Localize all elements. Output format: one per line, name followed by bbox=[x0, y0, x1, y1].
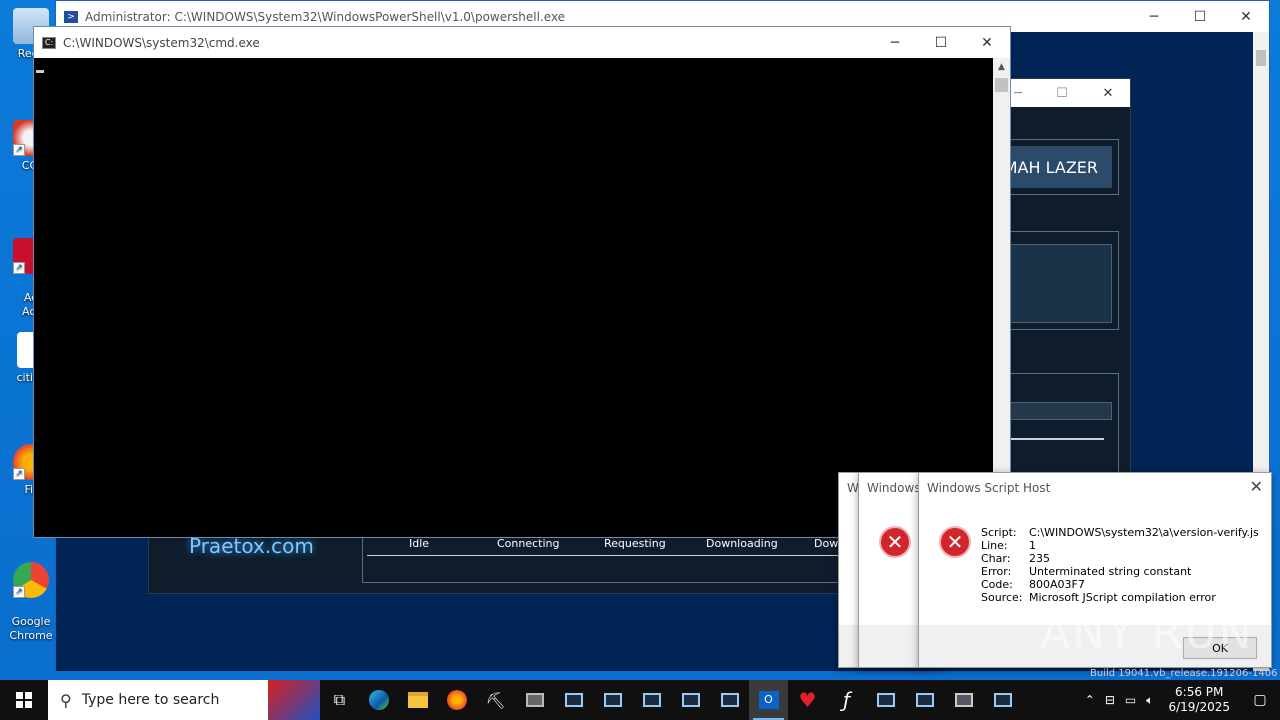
heart-icon[interactable]: ♥ bbox=[788, 680, 827, 720]
detail-value: Unterminated string constant bbox=[1029, 565, 1192, 578]
detail-value: 800A03F7 bbox=[1029, 578, 1085, 591]
minimize-button[interactable]: ─ bbox=[1131, 1, 1177, 32]
minimize-button[interactable]: ─ bbox=[872, 27, 918, 58]
detail-key: Code: bbox=[981, 578, 1013, 591]
desktop-icon-label: Google Chrome bbox=[9, 615, 53, 642]
monitor-icon[interactable]: ▭ bbox=[1120, 693, 1141, 707]
start-button[interactable] bbox=[0, 680, 48, 720]
installer-icon[interactable] bbox=[944, 680, 983, 720]
cmd-titlebar[interactable]: C: C:\WINDOWS\system32\cmd.exe ─ ☐ ✕ bbox=[34, 27, 1010, 58]
search-icon: ⚲ bbox=[60, 690, 72, 710]
clock-date: 6/19/2025 bbox=[1168, 700, 1230, 714]
error-details: Script: C:\WINDOWS\system32\a\version-ver… bbox=[981, 526, 1259, 604]
detail-key: Source: bbox=[981, 591, 1023, 604]
status-connecting: Connecting bbox=[497, 537, 560, 550]
powershell-title: Administrator: C:\WINDOWS\System32\Windo… bbox=[85, 9, 566, 24]
build-watermark: Build 19041.vb_release.191206-1406 bbox=[1090, 668, 1278, 679]
status-panel: Idle Connecting Requesting Downloading D… bbox=[362, 531, 882, 583]
clock-time: 6:56 PM bbox=[1175, 685, 1224, 699]
close-icon[interactable]: ✕ bbox=[1250, 477, 1263, 496]
window-icon[interactable] bbox=[983, 680, 1022, 720]
shortcut-arrow-icon: ↗ bbox=[13, 144, 25, 156]
detail-value: 1 bbox=[1029, 539, 1036, 552]
maximize-button[interactable]: ☐ bbox=[1177, 1, 1223, 32]
window-icon[interactable] bbox=[671, 680, 710, 720]
cmd-scrollbar[interactable]: ▲ bbox=[993, 58, 1010, 537]
cmd-title: C:\WINDOWS\system32\cmd.exe bbox=[63, 35, 260, 50]
search-placeholder: Type here to search bbox=[81, 692, 220, 708]
detail-key: Char: bbox=[981, 552, 1011, 565]
detail-value: 235 bbox=[1029, 552, 1050, 565]
dialog-title: Windows bbox=[867, 481, 921, 495]
detail-key: Error: bbox=[981, 565, 1012, 578]
scrollbar-thumb[interactable] bbox=[1256, 50, 1266, 66]
chrome-icon: ↗ bbox=[13, 562, 49, 598]
detail-key: Line: bbox=[981, 539, 1008, 552]
window-icon[interactable] bbox=[710, 680, 749, 720]
taskbar: ⚲ Type here to search ⧉ ⛏ O ♥ ƒ ⌃ ⊟ ▭ 🔈︎… bbox=[0, 680, 1280, 720]
shortcut-arrow-icon: ↗ bbox=[13, 262, 25, 274]
task-view-icon[interactable]: ⧉ bbox=[320, 680, 359, 720]
window-icon[interactable] bbox=[905, 680, 944, 720]
window-icon[interactable] bbox=[554, 680, 593, 720]
text-cursor bbox=[36, 70, 44, 73]
taskbar-search[interactable]: ⚲ Type here to search bbox=[48, 680, 320, 720]
maximize-button[interactable]: ☐ bbox=[918, 27, 964, 58]
edge-icon[interactable] bbox=[359, 680, 398, 720]
error-icon: ✕ bbox=[879, 526, 911, 558]
volume-icon[interactable]: 🔈︎ bbox=[1141, 693, 1158, 708]
close-button[interactable]: ✕ bbox=[1085, 79, 1131, 107]
clock[interactable]: 6:56 PM 6/19/2025 bbox=[1158, 685, 1240, 715]
search-highlight-icon[interactable] bbox=[268, 680, 320, 720]
window-icon[interactable] bbox=[593, 680, 632, 720]
network-icon[interactable] bbox=[515, 680, 554, 720]
close-button[interactable]: ✕ bbox=[964, 27, 1010, 58]
cmd-icon: C: bbox=[42, 36, 56, 49]
outlook-icon[interactable]: O bbox=[749, 680, 788, 720]
status-requesting: Requesting bbox=[604, 537, 666, 550]
cmd-window[interactable]: C: C:\WINDOWS\system32\cmd.exe ─ ☐ ✕ ▲ bbox=[33, 26, 1011, 538]
error-icon: ✕ bbox=[939, 526, 971, 558]
network-icon[interactable]: ⊟ bbox=[1100, 693, 1120, 707]
file-explorer-icon[interactable] bbox=[398, 680, 437, 720]
scrollbar-thumb[interactable] bbox=[995, 78, 1008, 92]
status-downloaded: Dow bbox=[814, 537, 839, 550]
firefox-icon[interactable] bbox=[437, 680, 476, 720]
window-icon[interactable] bbox=[866, 680, 905, 720]
flash-icon[interactable]: ƒ bbox=[827, 680, 866, 720]
divider bbox=[367, 555, 881, 556]
status-idle: Idle bbox=[409, 537, 430, 550]
scroll-up-icon[interactable]: ▲ bbox=[993, 58, 1010, 75]
maximize-button[interactable]: ☐ bbox=[1039, 79, 1085, 107]
powershell-icon: > bbox=[64, 10, 78, 23]
desktop-icon-chrome[interactable]: ↗ Google Chrome bbox=[6, 548, 56, 657]
notification-icon[interactable]: ▢ bbox=[1240, 692, 1280, 708]
dialog-title: Windows Script Host bbox=[927, 481, 1051, 495]
close-button[interactable]: ✕ bbox=[1223, 1, 1269, 32]
detail-key: Script: bbox=[981, 526, 1017, 539]
shortcut-arrow-icon: ↗ bbox=[13, 586, 25, 598]
windows-logo-icon bbox=[16, 692, 32, 708]
pickaxe-icon[interactable]: ⛏ bbox=[476, 680, 515, 720]
chevron-up-icon[interactable]: ⌃ bbox=[1080, 693, 1100, 707]
detail-value: Microsoft JScript compilation error bbox=[1029, 591, 1216, 604]
shortcut-arrow-icon: ↗ bbox=[13, 468, 25, 480]
system-tray: ⌃ ⊟ ▭ 🔈︎ 6:56 PM 6/19/2025 ▢ bbox=[1080, 680, 1280, 720]
window-icon[interactable] bbox=[632, 680, 671, 720]
anyrun-watermark: ANY RUN bbox=[1040, 608, 1254, 659]
status-downloading: Downloading bbox=[706, 537, 778, 550]
detail-value: C:\WINDOWS\system32\a\version-verify.js bbox=[1029, 526, 1259, 539]
